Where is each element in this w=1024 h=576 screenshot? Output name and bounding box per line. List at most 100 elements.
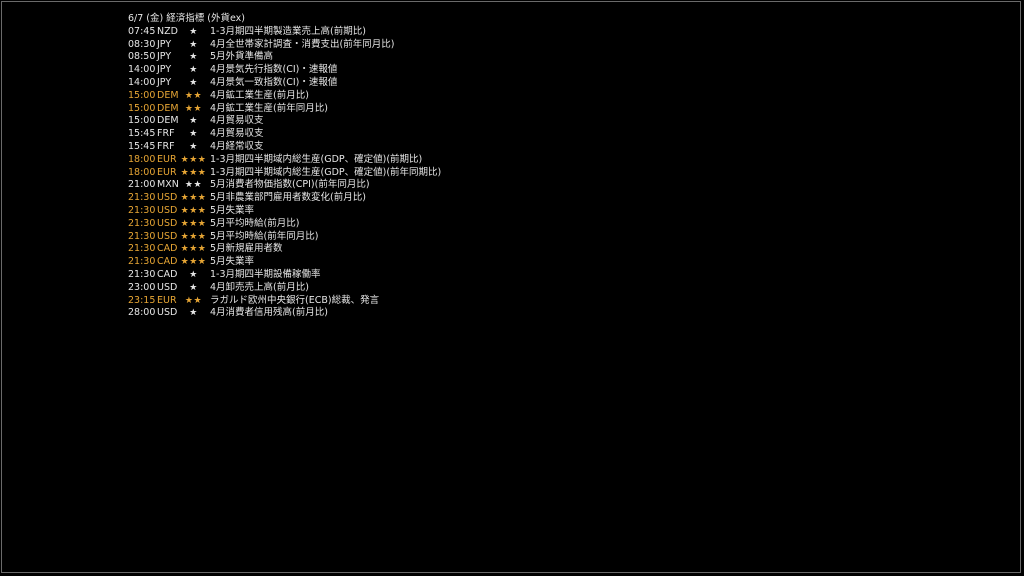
event-time: 28:00 xyxy=(128,307,156,319)
event-row: 21:00 MXN ★★ 5月消費者物価指数(CPI)(前年同月比) xyxy=(128,179,441,192)
event-name: 5月失業率 xyxy=(210,204,255,216)
event-currency: USD xyxy=(157,192,178,204)
event-time: 21:30 xyxy=(128,204,156,216)
event-row: 15:00 DEM ★ 4月貿易収支 xyxy=(128,115,441,128)
event-name: 5月外貨準備高 xyxy=(210,51,274,63)
event-row: 18:00 EUR ★★★ 1-3月期四半期域内総生産(GDP、確定値)(前期比) xyxy=(128,154,441,167)
event-time: 21:30 xyxy=(128,256,156,268)
event-row: 21:30 USD ★★★ 5月平均時給(前年同月比) xyxy=(128,231,441,244)
event-time: 23:00 xyxy=(128,281,156,293)
importance-stars-icon: ★★★ xyxy=(180,154,207,165)
event-currency: JPY xyxy=(157,38,172,50)
event-name: 4月景気先行指数(CI)・速報値 xyxy=(210,64,338,76)
event-row: 21:30 USD ★★★ 5月平均時給(前月比) xyxy=(128,218,441,231)
event-row: 21:30 USD ★★★ 5月非農業部門雇用者数変化(前月比) xyxy=(128,192,441,205)
event-row: 21:30 USD ★★★ 5月失業率 xyxy=(128,205,441,218)
importance-stars-icon: ★ xyxy=(189,141,198,152)
importance-stars-icon: ★ xyxy=(189,52,198,63)
event-time: 07:45 xyxy=(128,25,156,37)
importance-stars-icon: ★ xyxy=(189,65,198,76)
event-row: 15:45 FRF ★ 4月経常収支 xyxy=(128,141,441,154)
event-name: 4月貿易収支 xyxy=(210,115,264,127)
importance-stars-icon: ★ xyxy=(189,26,198,37)
event-currency: JPY xyxy=(157,64,172,76)
event-row: 23:00 USD ★ 4月卸売売上高(前月比) xyxy=(128,282,441,295)
event-currency: USD xyxy=(157,230,178,242)
importance-stars-icon: ★★ xyxy=(184,90,203,101)
event-name: 5月失業率 xyxy=(210,256,255,268)
event-name: 5月平均時給(前年同月比) xyxy=(210,230,319,242)
event-time: 21:30 xyxy=(128,192,156,204)
importance-stars-icon: ★★★ xyxy=(180,257,207,268)
importance-stars-icon: ★ xyxy=(189,39,198,50)
importance-stars-icon: ★★★ xyxy=(180,205,207,216)
event-name: 4月景気一致指数(CI)・速報値 xyxy=(210,76,338,88)
importance-stars-icon: ★★★ xyxy=(180,193,207,204)
event-time: 21:30 xyxy=(128,268,156,280)
event-row: 15:00 DEM ★★ 4月鉱工業生産(前年同月比) xyxy=(128,103,441,116)
importance-stars-icon: ★★★ xyxy=(180,231,207,242)
importance-stars-icon: ★★★ xyxy=(180,218,207,229)
event-time: 23:15 xyxy=(128,294,156,306)
event-row: 15:00 DEM ★★ 4月鉱工業生産(前月比) xyxy=(128,90,441,103)
event-row: 28:00 USD ★ 4月消費者信用残高(前月比) xyxy=(128,307,441,320)
event-name: 4月貿易収支 xyxy=(210,128,264,140)
event-row: 18:00 EUR ★★★ 1-3月期四半期域内総生産(GDP、確定値)(前年同期比) xyxy=(128,167,441,180)
event-row: 21:30 CAD ★★★ 5月失業率 xyxy=(128,256,441,269)
event-currency: JPY xyxy=(157,76,172,88)
event-currency: CAD xyxy=(157,243,178,255)
event-currency: EUR xyxy=(157,294,177,306)
event-time: 21:00 xyxy=(128,179,156,191)
event-currency: CAD xyxy=(157,256,178,268)
event-row: 14:00 JPY ★ 4月景気先行指数(CI)・速報値 xyxy=(128,64,441,77)
event-time: 15:00 xyxy=(128,89,156,101)
event-currency: CAD xyxy=(157,268,178,280)
importance-stars-icon: ★ xyxy=(189,269,198,280)
calendar-title: 6/7 (金) 経済指標 (外貨ex) xyxy=(128,13,245,24)
event-currency: JPY xyxy=(157,51,172,63)
event-currency: FRF xyxy=(157,140,175,152)
event-name: 1-3月期四半期製造業売上高(前期比) xyxy=(210,25,366,37)
event-name: 4月消費者信用残高(前月比) xyxy=(210,307,328,319)
event-name: 5月非農業部門雇用者数変化(前月比) xyxy=(210,192,366,204)
event-currency: NZD xyxy=(157,25,178,37)
event-currency: USD xyxy=(157,281,178,293)
event-currency: DEM xyxy=(157,115,179,127)
event-time: 18:00 xyxy=(128,166,156,178)
event-time: 15:45 xyxy=(128,140,156,152)
event-currency: MXN xyxy=(157,179,179,191)
event-name: 4月全世帯家計調査・消費支出(前年同月比) xyxy=(210,38,395,50)
event-name: 4月経常収支 xyxy=(210,140,264,152)
event-name: 4月卸売売上高(前月比) xyxy=(210,281,309,293)
importance-stars-icon: ★★★ xyxy=(180,244,207,255)
importance-stars-icon: ★ xyxy=(189,282,198,293)
importance-stars-icon: ★ xyxy=(189,308,198,319)
event-time: 14:00 xyxy=(128,64,156,76)
event-time: 21:30 xyxy=(128,243,156,255)
event-row: 07:45 NZD ★ 1-3月期四半期製造業売上高(前期比) xyxy=(128,26,441,39)
event-currency: USD xyxy=(157,217,178,229)
importance-stars-icon: ★★ xyxy=(184,295,203,306)
event-name: 1-3月期四半期設備稼働率 xyxy=(210,268,321,280)
event-currency: EUR xyxy=(157,153,177,165)
event-row: 21:30 CAD ★ 1-3月期四半期設備稼働率 xyxy=(128,269,441,282)
event-row: 23:15 EUR ★★ ラガルド欧州中央銀行(ECB)総裁、発言 xyxy=(128,295,441,308)
event-row: 21:30 CAD ★★★ 5月新規雇用者数 xyxy=(128,243,441,256)
event-time: 15:45 xyxy=(128,128,156,140)
event-row: 08:30 JPY ★ 4月全世帯家計調査・消費支出(前年同月比) xyxy=(128,39,441,52)
event-time: 14:00 xyxy=(128,76,156,88)
event-currency: FRF xyxy=(157,128,175,140)
event-time: 15:00 xyxy=(128,115,156,127)
event-name: 5月消費者物価指数(CPI)(前年同月比) xyxy=(210,179,370,191)
event-row: 15:45 FRF ★ 4月貿易収支 xyxy=(128,128,441,141)
event-row: 08:50 JPY ★ 5月外貨準備高 xyxy=(128,51,441,64)
importance-stars-icon: ★★ xyxy=(184,103,203,114)
importance-stars-icon: ★★ xyxy=(184,180,203,191)
event-time: 08:30 xyxy=(128,38,156,50)
event-time: 15:00 xyxy=(128,102,156,114)
event-currency: DEM xyxy=(157,89,179,101)
importance-stars-icon: ★ xyxy=(189,77,198,88)
event-currency: DEM xyxy=(157,102,179,114)
event-time: 08:50 xyxy=(128,51,156,63)
event-name: 4月鉱工業生産(前月比) xyxy=(210,89,309,101)
